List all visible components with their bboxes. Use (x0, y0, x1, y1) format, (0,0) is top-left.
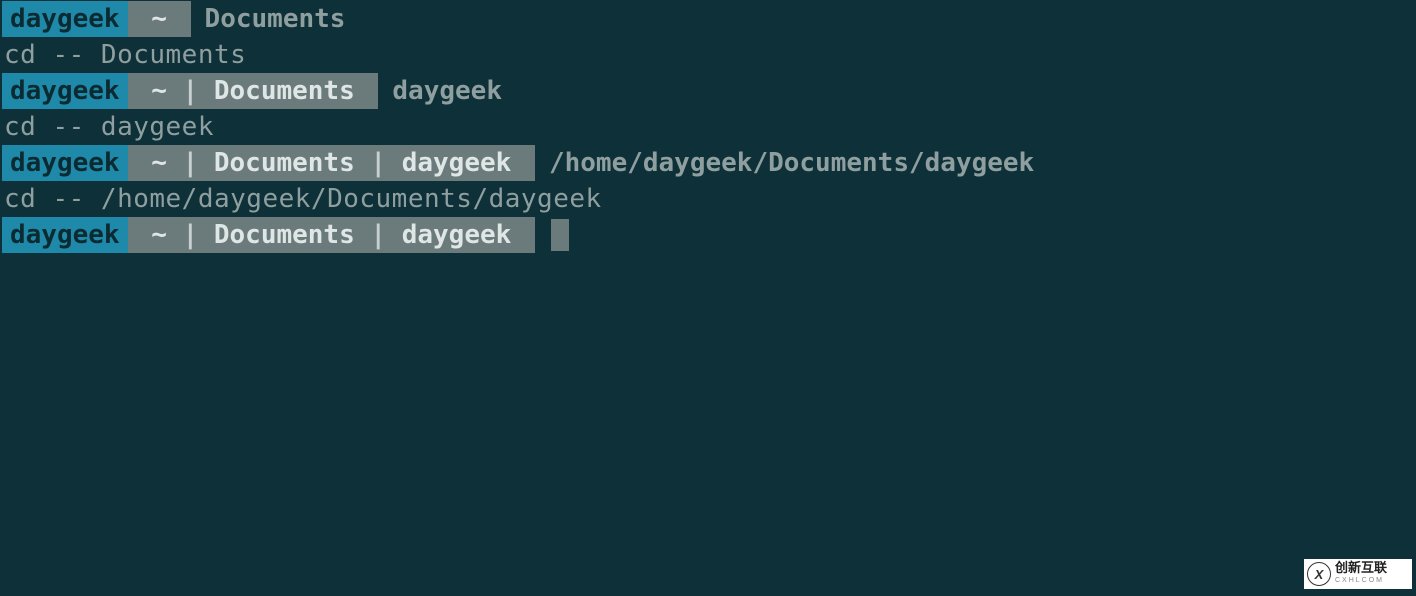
watermark-text: 创新互联 CXHLCOM (1335, 561, 1387, 587)
watermark-logo-icon: X (1307, 562, 1331, 586)
prompt-path-segment: ~ | Documents | daygeek (128, 145, 535, 181)
prompt-path-segment: ~ (128, 1, 191, 37)
prompt-user-segment: daygeek (2, 1, 128, 37)
command-input-text: /home/daygeek/Documents/daygeek (535, 145, 1034, 181)
prompt-path-segment: ~ | Documents | daygeek (128, 217, 535, 253)
prompt-user-segment: daygeek (2, 217, 128, 253)
terminal-line: daygeek ~ | Documents daygeek (2, 73, 1416, 109)
terminal-line: daygeek ~ | Documents | daygeek /home/da… (2, 145, 1416, 181)
watermark-badge: X 创新互联 CXHLCOM (1304, 559, 1412, 589)
prompt-user-segment: daygeek (2, 145, 128, 181)
terminal-cursor[interactable] (551, 219, 569, 251)
prompt-path-segment: ~ | Documents (128, 73, 379, 109)
command-input-text: daygeek (378, 73, 502, 109)
terminal-output-line: cd -- Documents (2, 37, 1416, 73)
prompt-user-segment: daygeek (2, 73, 128, 109)
terminal-line: daygeek ~ | Documents | daygeek (2, 217, 1416, 253)
command-input-text: Documents (191, 1, 346, 37)
terminal-window[interactable]: daygeek ~ Documents cd -- Documents dayg… (0, 0, 1416, 253)
terminal-output-line: cd -- /home/daygeek/Documents/daygeek (2, 181, 1416, 217)
terminal-line: daygeek ~ Documents (2, 1, 1416, 37)
terminal-output-line: cd -- daygeek (2, 109, 1416, 145)
